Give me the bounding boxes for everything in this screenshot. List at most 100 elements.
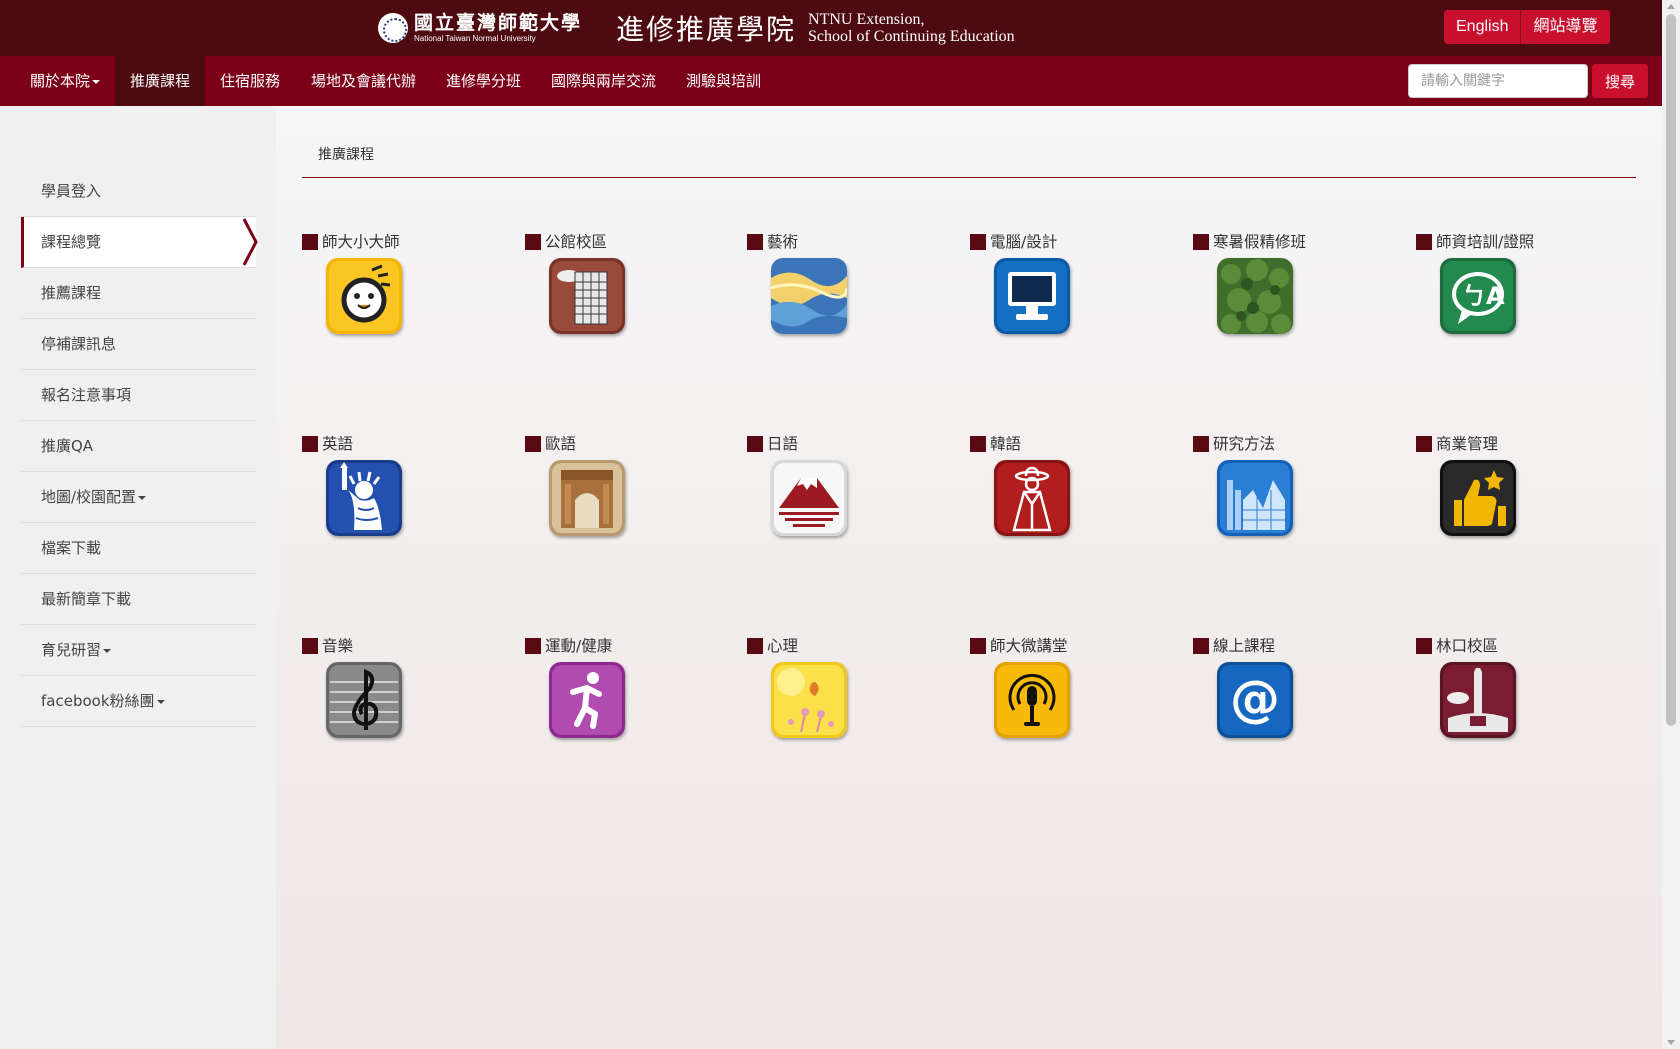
linkou-campus-icon[interactable] [1440, 662, 1516, 738]
category-sports-health[interactable]: 運動/健康 [525, 636, 725, 746]
category-european-languages[interactable]: 歐語 [525, 434, 725, 544]
sidebar-item-label: 學員登入 [41, 182, 102, 200]
category-holiday-classes[interactable]: 寒暑假精修班 [1193, 232, 1393, 342]
sidebar-item-recommended[interactable]: 推薦課程 [21, 268, 256, 319]
treble-clef-icon[interactable] [326, 662, 402, 738]
arc-de-triomphe-icon[interactable] [549, 460, 625, 536]
site-header: 國立臺灣師範大學 National Taiwan Normal Universi… [0, 0, 1662, 56]
category-label: 師大微講堂 [990, 637, 1068, 655]
painting-icon[interactable] [771, 258, 847, 334]
svg-text:ㄅA: ㄅA [1462, 282, 1505, 310]
university-seal-icon [378, 13, 408, 43]
bullet-square-icon [970, 234, 986, 250]
category-korean[interactable]: 韓語 [970, 434, 1170, 544]
sidebar-item-class-suspension[interactable]: 停補課訊息 [21, 319, 256, 370]
category-gongguan-campus[interactable]: 公館校區 [525, 232, 725, 342]
sidebar-item-label: 最新簡章下載 [41, 590, 132, 608]
category-music[interactable]: 音樂 [302, 636, 502, 746]
category-kids[interactable]: 師大小大師 [302, 232, 502, 342]
mount-fuji-icon[interactable] [771, 460, 847, 536]
category-label: 藝術 [767, 233, 799, 251]
bullet-square-icon [302, 234, 318, 250]
bullet-square-icon [302, 638, 318, 654]
nav-item-label: 進修學分班 [446, 72, 522, 90]
sidebar-menu: 學員登入 課程總覽 推薦課程 停補課訊息 報名注意事項 推廣QA 地圖/校園配置… [21, 166, 258, 727]
category-label: 歐語 [545, 435, 577, 453]
category-teacher-training[interactable]: 師資培訓/證照 ㄅA [1416, 232, 1616, 342]
sidebar-item-label: 推薦課程 [41, 284, 102, 302]
page-scrollbar[interactable] [1662, 0, 1680, 1049]
category-label: 商業管理 [1436, 435, 1499, 453]
nav-item-credit-classes[interactable]: 進修學分班 [431, 56, 536, 106]
category-psychology[interactable]: 心理 [747, 636, 947, 746]
statue-of-liberty-icon[interactable] [326, 460, 402, 536]
category-label: 英語 [322, 435, 354, 453]
category-label: 研究方法 [1213, 435, 1276, 453]
bar-chart-icon[interactable] [1217, 460, 1293, 536]
sidebar-item-label: 檔案下載 [41, 539, 102, 557]
nav-item-venue[interactable]: 場地及會議代辦 [296, 56, 431, 106]
sidebar-item-parenting[interactable]: 育兒研習 [21, 625, 256, 676]
hanbok-figure-icon[interactable] [994, 460, 1070, 536]
category-business-management[interactable]: 商業管理 [1416, 434, 1616, 544]
category-label: 韓語 [990, 435, 1022, 453]
category-online-courses[interactable]: 線上課程 @ [1193, 636, 1393, 746]
search-button[interactable]: 搜尋 [1592, 64, 1648, 98]
nav-item-about[interactable]: 關於本院 [15, 56, 115, 106]
category-linkou-campus[interactable]: 林口校區 [1416, 636, 1616, 746]
sidebar-item-map[interactable]: 地圖/校園配置 [21, 472, 256, 523]
breadcrumb: 推廣課程 [302, 138, 1636, 178]
chick-face-icon[interactable] [326, 258, 402, 334]
phonetic-a-icon[interactable]: ㄅA [1440, 258, 1516, 334]
university-name-en: National Taiwan Normal University [414, 34, 536, 43]
podcast-microphone-icon[interactable] [994, 662, 1070, 738]
school-name-zh: 進修推廣學院 [616, 13, 797, 46]
english-link[interactable]: English [1444, 10, 1520, 44]
category-label: 音樂 [322, 637, 354, 655]
sidebar-item-brochure[interactable]: 最新簡章下載 [21, 574, 256, 625]
category-ntnu-micro-lectures[interactable]: 師大微講堂 [970, 636, 1170, 746]
scroll-up-arrow-icon[interactable] [1667, 4, 1675, 9]
sidebar-item-downloads[interactable]: 檔案下載 [21, 523, 256, 574]
bullet-square-icon [747, 436, 763, 452]
bullet-square-icon [1193, 638, 1209, 654]
computer-monitor-icon[interactable] [994, 258, 1070, 334]
category-art[interactable]: 藝術 [747, 232, 947, 342]
category-research-methods[interactable]: 研究方法 [1193, 434, 1393, 544]
brand-logo[interactable]: 國立臺灣師範大學 National Taiwan Normal Universi… [378, 10, 1015, 46]
scroll-thumb[interactable] [1666, 14, 1676, 726]
sidebar-item-registration-notes[interactable]: 報名注意事項 [21, 370, 256, 421]
nav-item-accommodation[interactable]: 住宿服務 [205, 56, 295, 106]
leaves-icon[interactable] [1217, 258, 1293, 334]
category-english[interactable]: 英語 [302, 434, 502, 544]
sidebar-item-student-login[interactable]: 學員登入 [21, 166, 256, 217]
sitemap-link[interactable]: 網站導覽 [1520, 10, 1609, 44]
sidebar-item-course-overview[interactable]: 課程總覽 [21, 217, 258, 268]
main-nav: 關於本院 推廣課程 住宿服務 場地及會議代辦 進修學分班 國際與兩岸交流 測驗與… [0, 56, 1662, 106]
sidebar-item-facebook[interactable]: facebook粉絲團 [21, 676, 256, 727]
category-japanese[interactable]: 日語 [747, 434, 947, 544]
main-content: 推廣課程 師大小大師 公館校區 藝術 電腦/設計 寒暑假精修班 師資培訓/證照 … [276, 106, 1662, 1049]
nav-item-label: 測驗與培訓 [686, 72, 762, 90]
category-label: 林口校區 [1436, 637, 1499, 655]
bullet-square-icon [1193, 234, 1209, 250]
nav-item-international[interactable]: 國際與兩岸交流 [536, 56, 671, 106]
bullet-square-icon [970, 436, 986, 452]
category-label: 線上課程 [1213, 637, 1276, 655]
nav-item-testing[interactable]: 測驗與培訓 [671, 56, 776, 106]
campus-building-icon[interactable] [549, 258, 625, 334]
bullet-square-icon [1416, 638, 1432, 654]
scroll-down-arrow-icon[interactable] [1667, 1040, 1675, 1045]
chevron-right-icon [242, 218, 258, 266]
bullet-square-icon [525, 436, 541, 452]
search-input[interactable] [1408, 64, 1588, 98]
nav-item-label: 場地及會議代辦 [311, 72, 417, 90]
flower-icon[interactable] [771, 662, 847, 738]
category-computer-design[interactable]: 電腦/設計 [970, 232, 1170, 342]
sidebar-item-qa[interactable]: 推廣QA [21, 421, 256, 472]
running-person-icon[interactable] [549, 662, 625, 738]
thumbs-up-star-icon[interactable] [1440, 460, 1516, 536]
at-sign-icon[interactable]: @ [1217, 662, 1293, 738]
bullet-square-icon [525, 234, 541, 250]
nav-item-extension-courses[interactable]: 推廣課程 [115, 56, 206, 106]
